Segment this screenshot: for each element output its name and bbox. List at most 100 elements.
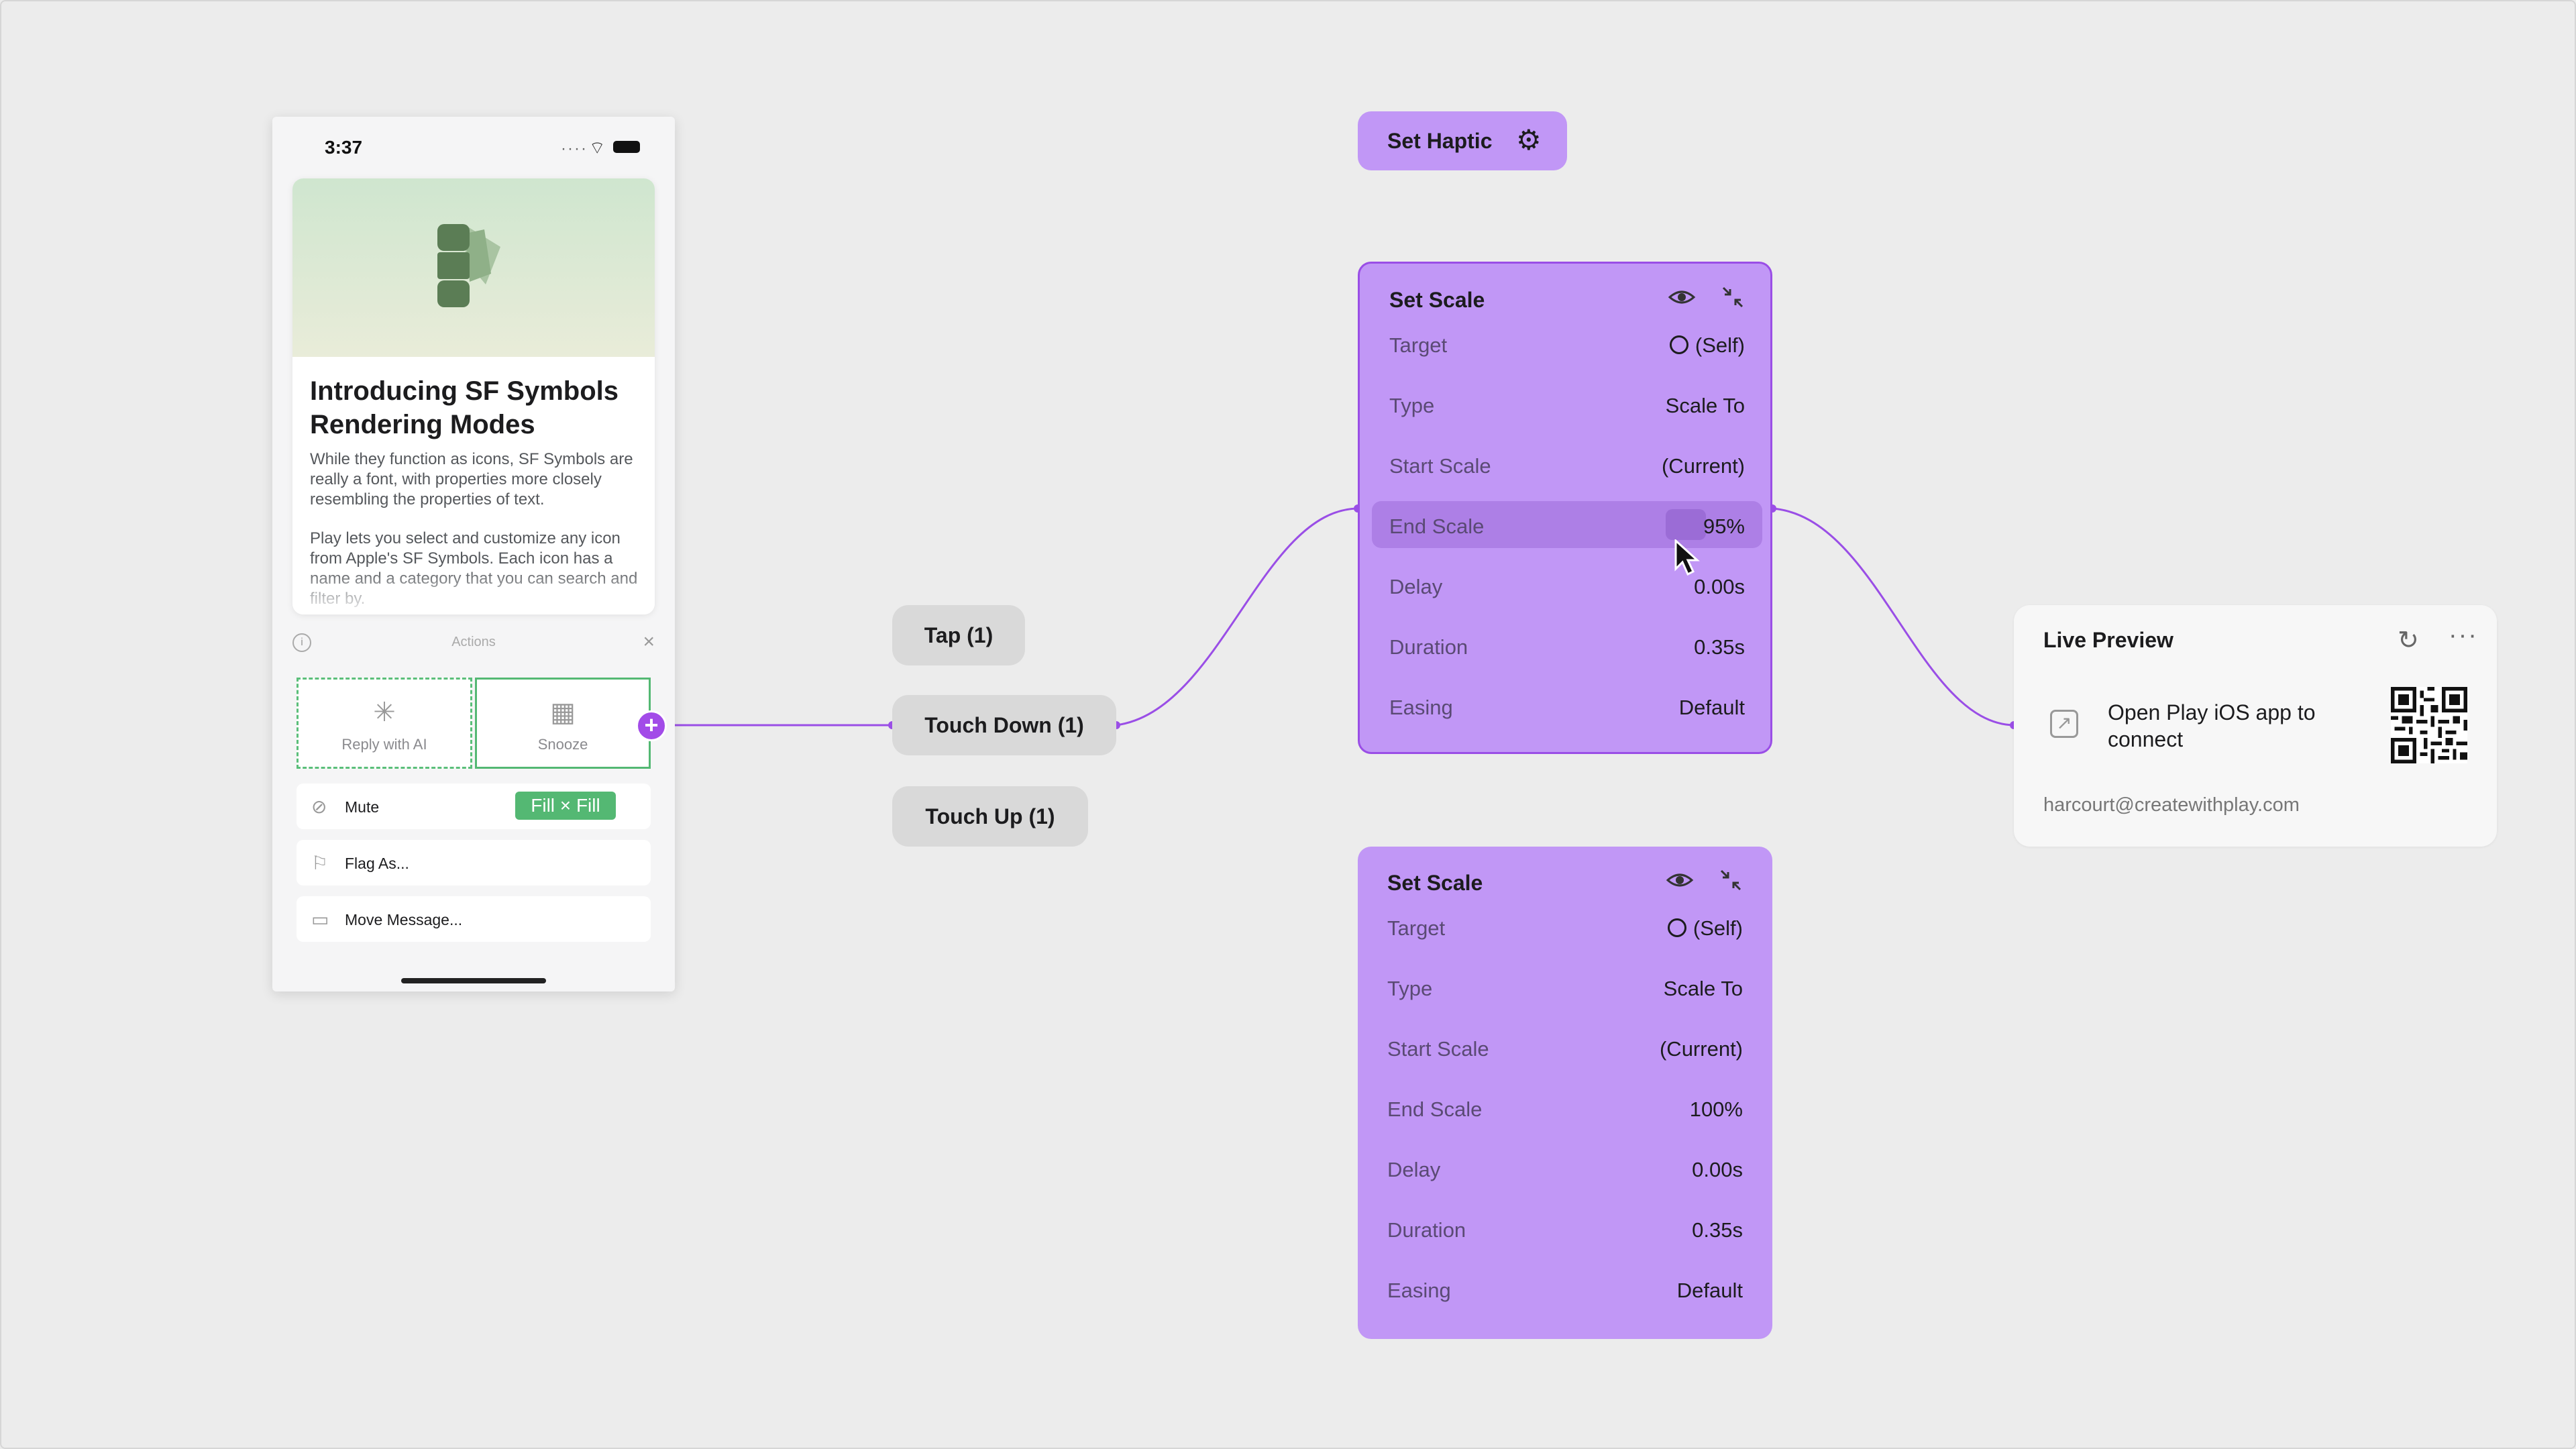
bell-slash-icon: ⊘	[311, 796, 327, 817]
param-key: Type	[1387, 977, 1433, 1000]
param-type[interactable]: Type Scale To	[1372, 380, 1762, 427]
snooze-tile[interactable]: ▦ Snooze	[475, 678, 651, 769]
param-target[interactable]: Target (Self)	[1370, 903, 1760, 950]
param-value: 0.00s	[1694, 575, 1745, 598]
row-label: Move Message...	[345, 911, 463, 928]
param-value-wrap: (Self)	[1669, 333, 1745, 358]
folder-icon: ▭	[311, 909, 329, 930]
eye-icon[interactable]	[1665, 867, 1695, 894]
fill-badge: Fill × Fill	[515, 792, 616, 820]
param-value: (Current)	[1659, 1037, 1743, 1061]
set-haptic-node[interactable]: Set Haptic ⚙	[1358, 111, 1567, 170]
param-value: (Self)	[1695, 333, 1745, 357]
row-label: Flag As...	[345, 855, 409, 872]
close-icon[interactable]: ×	[643, 631, 655, 653]
action-tiles: ✳ Reply with AI ▦ Snooze	[297, 678, 651, 771]
param-key: Delay	[1389, 575, 1443, 598]
panel-title: Set Scale	[1389, 288, 1485, 312]
param-key: Delay	[1387, 1158, 1441, 1181]
account-email: harcourt@createwithplay.com	[2043, 794, 2300, 816]
param-value: Scale To	[1663, 977, 1743, 1000]
param-end-scale[interactable]: End Scale 95%	[1372, 501, 1762, 548]
wifi-icon: ⌔	[589, 138, 606, 158]
trigger-touch-up[interactable]: Touch Up (1)	[892, 786, 1088, 847]
trigger-tap[interactable]: Tap (1)	[892, 605, 1025, 665]
set-scale-panel-1[interactable]: Set Scale Target (Self) Type Scale To St…	[1358, 262, 1772, 754]
open-app-text: Open Play iOS app to connect	[2108, 700, 2316, 751]
external-link-icon[interactable]: ↗	[2050, 710, 2078, 738]
param-value: (Current)	[1661, 454, 1745, 478]
phone-preview[interactable]: 3:37 ···· ⌔ Introducing SF Symbols Rende…	[272, 117, 675, 991]
card-paragraph-1: While they function as icons, SF Symbols…	[310, 450, 633, 508]
param-key: Start Scale	[1387, 1037, 1489, 1061]
gear-icon[interactable]: ⚙	[1516, 123, 1542, 156]
param-delay[interactable]: Delay 0.00s	[1370, 1144, 1760, 1191]
more-icon[interactable]: ···	[2449, 621, 2478, 650]
param-key: Duration	[1387, 1218, 1466, 1242]
param-delay[interactable]: Delay 0.00s	[1372, 561, 1762, 608]
panel-title: Set Scale	[1387, 871, 1483, 895]
collapse-icon[interactable]	[1717, 867, 1744, 894]
tile-label: Snooze	[537, 736, 588, 753]
param-start-scale[interactable]: Start Scale (Current)	[1370, 1024, 1760, 1071]
param-key: Start Scale	[1389, 454, 1491, 478]
param-key: Easing	[1389, 696, 1453, 719]
live-preview-title: Live Preview	[2043, 628, 2174, 652]
tile-label: Reply with AI	[341, 736, 427, 753]
param-key: End Scale	[1387, 1097, 1483, 1121]
actions-label: Actions	[451, 635, 496, 649]
swatchbook-icon	[437, 224, 500, 307]
row-label: Mute	[345, 798, 380, 816]
param-value: 100%	[1689, 1097, 1743, 1121]
param-start-scale[interactable]: Start Scale (Current)	[1372, 441, 1762, 488]
card-fade	[292, 568, 655, 614]
card-hero	[292, 178, 655, 357]
set-scale-panel-2[interactable]: Set Scale Target (Self) Type Scale To St…	[1358, 847, 1772, 1339]
flag-row[interactable]: ⚐ Flag As...	[297, 840, 651, 885]
param-value: (Self)	[1693, 916, 1743, 940]
target-icon	[1669, 335, 1688, 354]
param-key: End Scale	[1389, 515, 1485, 538]
param-value: Scale To	[1665, 394, 1745, 417]
param-target[interactable]: Target (Self)	[1372, 320, 1762, 367]
scrub-handle[interactable]	[1666, 509, 1706, 540]
move-message-row[interactable]: ▭ Move Message...	[297, 896, 651, 942]
qr-code	[2391, 687, 2467, 763]
eye-icon[interactable]	[1667, 284, 1697, 311]
sparkle-icon: ✳	[373, 698, 396, 727]
param-value: Default	[1678, 696, 1745, 719]
param-value: 0.35s	[1692, 1218, 1743, 1242]
status-bar: 3:37 ···· ⌔	[272, 117, 675, 177]
param-duration[interactable]: Duration 0.35s	[1370, 1205, 1760, 1252]
param-value[interactable]: 95%	[1703, 515, 1745, 539]
param-type[interactable]: Type Scale To	[1370, 963, 1760, 1010]
add-connection-button[interactable]: +	[636, 710, 667, 741]
param-easing[interactable]: Easing Default	[1372, 682, 1762, 729]
reply-with-ai-tile[interactable]: ✳ Reply with AI	[297, 678, 472, 769]
haptic-label: Set Haptic	[1387, 129, 1493, 153]
cellular-icon: ····	[561, 140, 588, 158]
param-value: Default	[1676, 1279, 1743, 1302]
param-value: 0.35s	[1694, 635, 1745, 659]
param-easing[interactable]: Easing Default	[1370, 1265, 1760, 1312]
battery-icon	[613, 141, 640, 153]
param-key: Type	[1389, 394, 1435, 417]
trigger-touch-down[interactable]: Touch Down (1)	[892, 695, 1116, 755]
home-indicator	[401, 978, 546, 983]
param-end-scale[interactable]: End Scale 100%	[1370, 1084, 1760, 1131]
card-title: Introducing SF Symbols Rendering Modes	[310, 376, 619, 439]
mute-row[interactable]: ⊘ Mute Fill × Fill	[297, 784, 651, 829]
param-key: Target	[1387, 916, 1446, 940]
target-icon	[1667, 918, 1686, 937]
refresh-icon[interactable]: ↻	[2398, 625, 2419, 655]
live-preview-panel[interactable]: Live Preview ↻ ··· ↗ Open Play iOS app t…	[2014, 605, 2497, 847]
flag-icon: ⚐	[311, 853, 329, 873]
article-card[interactable]: Introducing SF Symbols Rendering Modes W…	[292, 178, 655, 614]
actions-header: i Actions ×	[292, 631, 655, 660]
param-value: 0.00s	[1692, 1158, 1743, 1181]
param-duration[interactable]: Duration 0.35s	[1372, 622, 1762, 669]
collapse-icon[interactable]	[1719, 284, 1746, 311]
param-value-wrap: (Self)	[1667, 916, 1743, 941]
param-key: Target	[1389, 333, 1448, 357]
param-key: Duration	[1389, 635, 1468, 659]
